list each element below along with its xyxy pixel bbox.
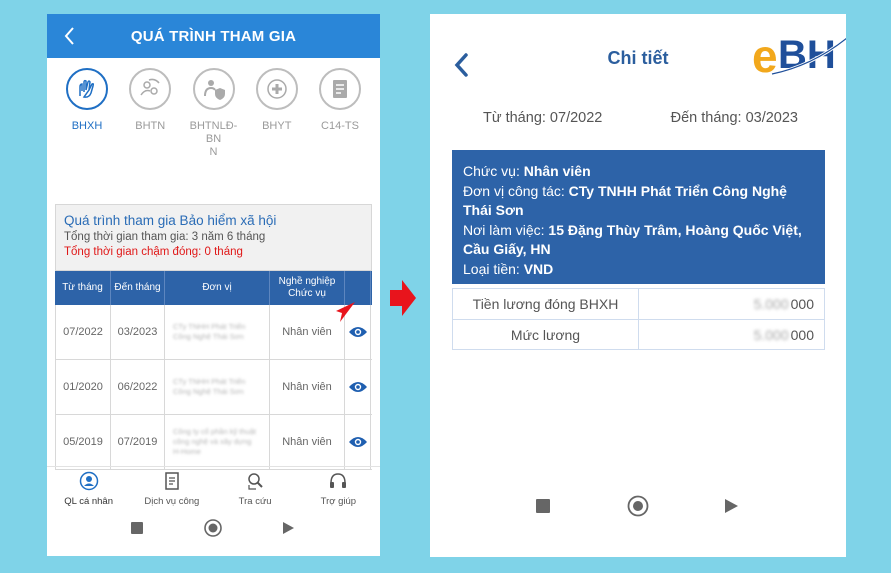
header-to: Đến tháng — [111, 271, 165, 305]
nav-tra-cuu[interactable]: Tra cứu — [215, 467, 295, 512]
cell-from: 01/2020 — [55, 360, 111, 414]
summary-title: Quá trình tham gia Bảo hiểm xã hội — [64, 213, 277, 228]
document-icon — [319, 68, 361, 110]
cell-job: Nhân viên — [270, 415, 345, 469]
salary-row: Mức lương 5.000 000 — [453, 319, 824, 349]
hands-icon — [66, 68, 108, 110]
nav-label: Trợ giúp — [320, 496, 357, 507]
cell-to: 07/2019 — [111, 415, 165, 469]
table-row: 05/2019 07/2019 Công ty cổ phần kỹ thuật… — [55, 415, 372, 470]
cell-unit: CTy TNHH Phát Triển Công Nghệ Thái Sơn — [173, 322, 246, 341]
page-title: QUÁ TRÌNH THAM GIA — [130, 27, 297, 45]
nav-label: Dịch vụ công — [144, 496, 200, 507]
recent-apps-icon — [536, 499, 550, 513]
job-info-box: Chức vụ: Nhân viên Đơn vị công tác: CTy … — [452, 150, 825, 284]
currency-line: Loại tiền: VND — [463, 260, 554, 277]
cell-from: 05/2019 — [55, 415, 111, 469]
left-header: QUÁ TRÌNH THAM GIA — [47, 14, 380, 58]
tab-label: C14-TS — [321, 120, 359, 132]
tab-label: BHTN — [135, 120, 166, 132]
header-action — [345, 271, 371, 305]
pointer-arrow-icon — [336, 302, 355, 322]
currency-value: VND — [523, 260, 554, 277]
position-value: Nhân viên — [523, 163, 591, 179]
date-range: Từ tháng: 07/2022 Đến tháng: 03/2023 — [483, 110, 798, 126]
table-row: 01/2020 06/2022 CTy TNHH Phát Triển Công… — [55, 360, 372, 415]
summary-box: Quá trình tham gia Bảo hiểm xã hội Tổng … — [55, 204, 372, 271]
clipboard-icon — [165, 472, 179, 490]
nav-tro-giup[interactable]: Trợ giúp — [298, 467, 378, 512]
late-time: Tổng thời gian chậm đóng: 0 tháng — [64, 246, 243, 258]
tab-bhyt[interactable]: BHYT — [247, 68, 307, 174]
eye-icon[interactable] — [348, 435, 368, 449]
cell-unit: CTy TNHH Phát Triển Công Nghệ Thái Sơn — [173, 377, 246, 396]
cell-to: 06/2022 — [111, 360, 165, 414]
nav-label: Tra cứu — [238, 496, 272, 507]
nav-ql-ca-nhan[interactable]: QL cá nhân — [49, 467, 129, 512]
search-doc-icon — [248, 473, 263, 490]
person-badge-icon — [79, 471, 98, 491]
tab-bhxh[interactable]: BHXH — [57, 68, 117, 174]
shield-person-icon — [192, 68, 235, 110]
table-header: Từ tháng Đến tháng Đơn vị Nghề nghiệp Ch… — [55, 271, 372, 305]
right-phone-screen: Chi tiết e BH Từ tháng: 07/2022 Đến thán… — [430, 14, 846, 557]
recent-apps-icon — [131, 522, 143, 534]
headset-icon — [330, 473, 347, 488]
table-row: 07/2022 03/2023 CTy TNHH Phát Triển Công… — [55, 305, 372, 360]
salary-value: 5.000 000 — [753, 326, 814, 343]
tab-label: BHYT — [262, 120, 292, 132]
nav-dich-vu-cong[interactable]: Dịch vụ công — [132, 467, 212, 512]
bottom-nav: QL cá nhân Dịch vụ công Tra cứu Trợ giúp — [47, 466, 380, 512]
cell-from: 07/2022 — [55, 305, 111, 359]
transition-arrow-icon — [390, 280, 416, 316]
eye-icon[interactable] — [348, 380, 368, 394]
from-month: Từ tháng: 07/2022 — [483, 110, 603, 126]
category-tabs: BHXH BHTN BHTNLĐ-BN N BHYT C14-TS — [47, 58, 380, 174]
tab-label: BHTNLĐ-BN N — [189, 120, 238, 158]
workplace-line: Nơi làm việc: 15 Đặng Thùy Trâm, Hoàng Q… — [463, 221, 802, 258]
back-icon[interactable] — [57, 22, 83, 50]
nav-label: QL cá nhân — [64, 496, 114, 507]
cell-unit: Công ty cổ phần kỹ thuật công nghệ và xâ… — [173, 427, 256, 456]
cell-job: Nhân viên — [270, 360, 345, 414]
tab-label: BHXH — [71, 120, 103, 132]
left-phone-screen: QUÁ TRÌNH THAM GIA BHXH BHTN BHTNLĐ-BN N… — [47, 14, 380, 556]
salary-row: Tiền lương đóng BHXH 5.000 000 — [453, 289, 824, 319]
salary-table: Tiền lương đóng BHXH 5.000 000 Mức lương … — [452, 288, 825, 350]
salary-value: 5.000 000 — [753, 296, 814, 312]
total-time: Tổng thời gian tham gia: 3 năm 6 tháng — [64, 231, 266, 243]
tab-bhtnld[interactable]: BHTNLĐ-BN N — [184, 68, 244, 174]
system-back-icon — [725, 499, 738, 513]
unit-line: Đơn vị công tác: CTy TNHH Phát Triển Côn… — [463, 182, 787, 219]
tab-bhtn[interactable]: BHTN — [120, 68, 180, 174]
salary-label: Tiền lương đóng BHXH — [453, 289, 639, 319]
system-nav-bar — [536, 495, 738, 517]
header-from: Từ tháng — [55, 271, 111, 305]
eye-icon[interactable] — [348, 325, 368, 339]
to-month: Đến tháng: 03/2023 — [670, 110, 798, 126]
header-unit: Đơn vị — [165, 271, 270, 305]
salary-label: Mức lương — [453, 320, 639, 349]
history-table: Từ tháng Đến tháng Đơn vị Nghề nghiệp Ch… — [55, 271, 372, 470]
position-line: Chức vụ: Nhân viên — [463, 163, 591, 179]
cell-to: 03/2023 — [111, 305, 165, 359]
tab-c14ts[interactable]: C14-TS — [310, 68, 370, 174]
system-back-icon — [283, 522, 294, 534]
system-nav-bar — [131, 519, 294, 537]
medical-cross-icon — [255, 68, 298, 110]
people-cycle-icon — [129, 68, 172, 110]
header-job: Nghề nghiệp Chức vụ — [270, 271, 345, 305]
ebh-logo: e BH — [752, 30, 846, 80]
